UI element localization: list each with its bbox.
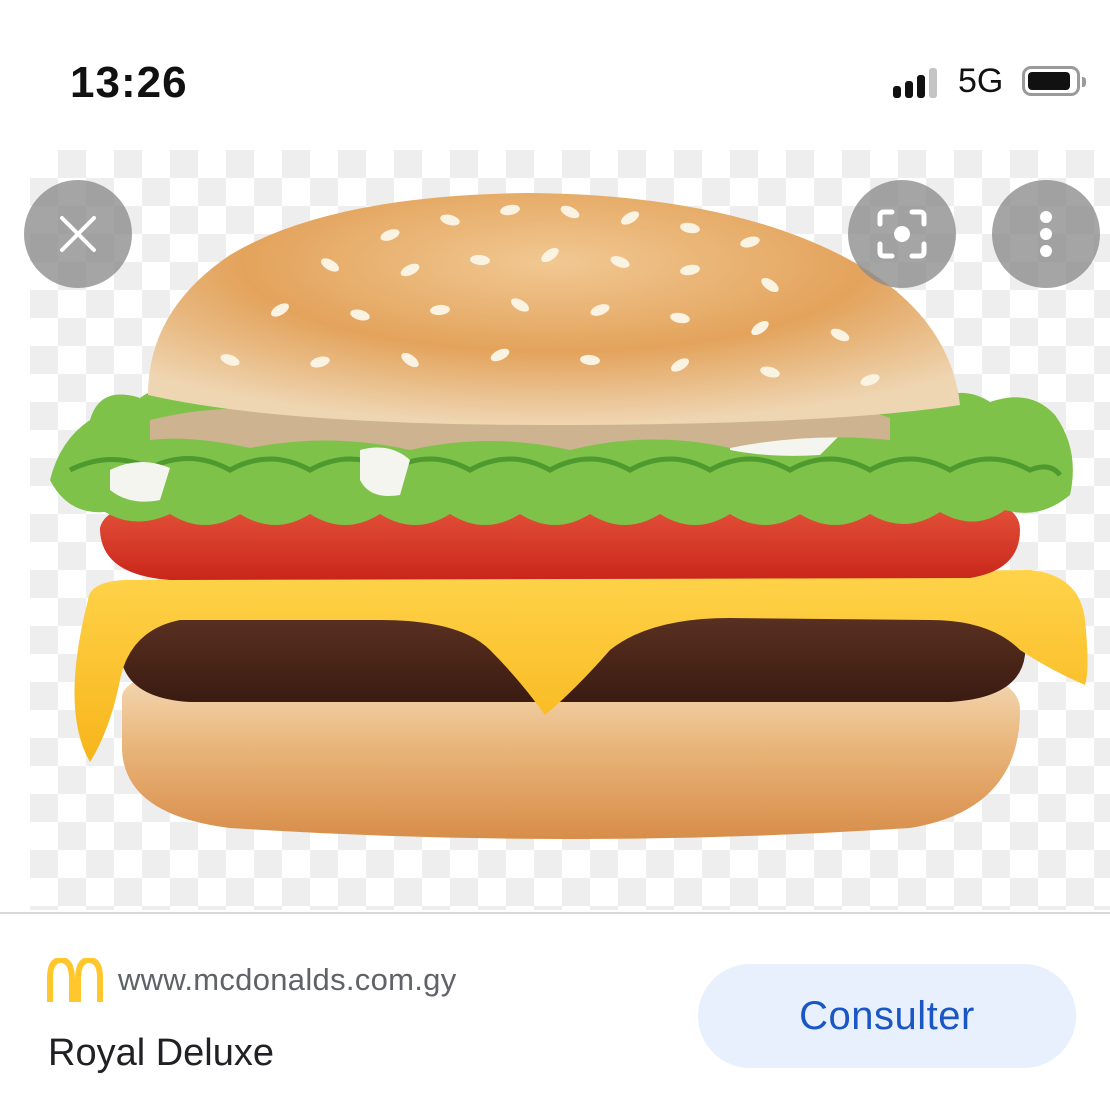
consult-button[interactable]: Consulter: [698, 964, 1076, 1068]
status-bar: 13:26 5G: [0, 0, 1110, 150]
result-info-panel: www.mcdonalds.com.gy Royal Deluxe Consul…: [0, 914, 1110, 1120]
mcdonalds-logo: [47, 958, 103, 1002]
site-url[interactable]: www.mcdonalds.com.gy: [118, 962, 457, 998]
status-time: 13:26: [70, 58, 188, 107]
image-viewer[interactable]: [30, 150, 1110, 910]
more-vertical-icon: [1040, 211, 1052, 257]
lens-search-icon: [877, 209, 927, 259]
more-options-button[interactable]: [992, 180, 1100, 288]
lens-search-button[interactable]: [848, 180, 956, 288]
network-label: 5G: [958, 62, 1004, 100]
close-button[interactable]: [24, 180, 132, 288]
close-icon: [60, 216, 96, 252]
signal-icon: [893, 68, 939, 98]
burger-image: [50, 193, 1088, 839]
result-title[interactable]: Royal Deluxe: [48, 1032, 274, 1075]
battery-icon: [1022, 66, 1086, 96]
